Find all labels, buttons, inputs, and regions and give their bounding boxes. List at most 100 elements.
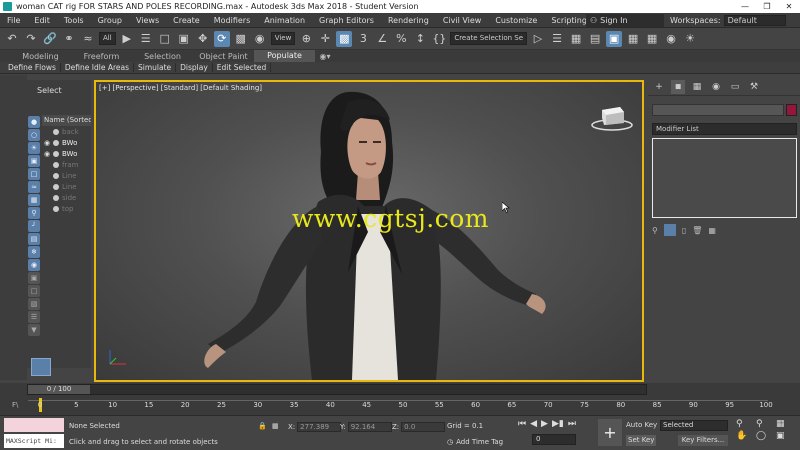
modifier-list-dropdown[interactable]: Modifier List bbox=[652, 123, 797, 135]
key-filters-button[interactable]: Key Filters... bbox=[678, 435, 728, 446]
filter-lights-icon[interactable]: ☀ bbox=[28, 142, 40, 154]
place-icon[interactable]: ◉ bbox=[252, 31, 268, 47]
define-idle-areas-button[interactable]: Define Idle Areas bbox=[61, 63, 134, 72]
menu-modifiers[interactable]: Modifiers bbox=[207, 16, 258, 25]
schematic-view-icon[interactable]: ▦ bbox=[644, 31, 660, 47]
minimize-icon[interactable]: — bbox=[734, 0, 756, 13]
absolute-mode-icon[interactable]: ▦ bbox=[272, 422, 279, 430]
select-by-name-icon[interactable]: ☰ bbox=[138, 31, 154, 47]
y-coordinate-field[interactable]: 92.164 bbox=[347, 422, 392, 432]
track-bar[interactable]: F\ 0 5 10 15 20 25 30 35 40 45 50 55 60 65 70 75 80 85 90 9… bbox=[0, 396, 800, 416]
list-item[interactable]: Line bbox=[42, 170, 91, 181]
filter-groups-icon[interactable]: ▦ bbox=[28, 194, 40, 206]
align-icon[interactable]: ☰ bbox=[549, 31, 565, 47]
select-manipulate-icon[interactable]: ✛ bbox=[317, 31, 333, 47]
keyboard-shortcut-icon[interactable]: ▩ bbox=[336, 30, 353, 47]
maxscript-listener-input[interactable]: MAXScript Mi: bbox=[4, 434, 64, 448]
viewport-layout-button[interactable] bbox=[31, 358, 51, 376]
list-item[interactable]: back bbox=[42, 126, 91, 137]
window-crossing-icon[interactable]: ▣ bbox=[176, 31, 192, 47]
make-unique-icon[interactable]: ▯ bbox=[682, 226, 686, 235]
pivot-icon[interactable]: ⊕ bbox=[298, 31, 314, 47]
filter-cameras-icon[interactable]: ▣ bbox=[28, 155, 40, 167]
invert-display-icon[interactable]: ▧ bbox=[28, 298, 40, 310]
rectangular-selection-icon[interactable]: □ bbox=[157, 31, 173, 47]
current-frame-field[interactable]: 0 bbox=[532, 434, 576, 445]
sign-in-button[interactable]: ⚇ Sign In bbox=[586, 14, 664, 27]
go-to-end-icon[interactable]: ⏭ bbox=[568, 419, 576, 429]
redo-icon[interactable]: ↷ bbox=[23, 31, 39, 47]
auto-key-button[interactable]: Auto Key bbox=[626, 421, 657, 432]
eye-icon[interactable]: ◉ bbox=[42, 150, 52, 158]
time-slider-thumb[interactable]: 0 / 100 bbox=[28, 385, 90, 394]
filter-spacewarps-icon[interactable]: ≈ bbox=[28, 181, 40, 193]
display-button[interactable]: Display bbox=[176, 63, 213, 72]
pin-stack-icon[interactable]: ⚲ bbox=[652, 226, 658, 235]
tab-freeform[interactable]: Freeform bbox=[71, 52, 132, 61]
list-item[interactable]: Line bbox=[42, 181, 91, 192]
viewport-label[interactable]: [+] [Perspective] [Standard] [Default Sh… bbox=[99, 84, 262, 92]
curve-editor-icon[interactable]: ▦ bbox=[625, 31, 641, 47]
scene-explorer-header[interactable]: Select bbox=[27, 80, 91, 100]
selection-filter-select[interactable]: All bbox=[99, 32, 116, 45]
perspective-viewport[interactable]: [+] [Perspective] [Standard] [Default Sh… bbox=[94, 80, 644, 382]
layer-explorer-icon[interactable]: ▦ bbox=[568, 31, 584, 47]
list-item[interactable]: top bbox=[42, 203, 91, 214]
menu-graph-editors[interactable]: Graph Editors bbox=[312, 16, 381, 25]
list-item[interactable]: side bbox=[42, 192, 91, 203]
eye-icon[interactable]: ◉ bbox=[42, 139, 52, 147]
workspaces-select[interactable]: Default bbox=[723, 15, 786, 26]
edit-selected-button[interactable]: Edit Selected bbox=[213, 63, 272, 72]
x-coordinate-field[interactable]: 277.389 bbox=[297, 422, 342, 432]
define-flows-button[interactable]: Define Flows bbox=[4, 63, 61, 72]
filter-xrefs-icon[interactable]: ⚲ bbox=[28, 207, 40, 219]
filter-geometry-icon[interactable]: ● bbox=[28, 116, 40, 128]
menu-create[interactable]: Create bbox=[166, 16, 207, 25]
zoom-all-icon[interactable]: ⚲ bbox=[756, 419, 772, 429]
maximize-viewport-icon[interactable]: ▣ bbox=[776, 431, 792, 441]
menu-file[interactable]: File bbox=[0, 16, 27, 25]
maximize-icon[interactable]: ❐ bbox=[756, 0, 778, 13]
display-all-icon[interactable]: ▣ bbox=[28, 272, 40, 284]
menu-edit[interactable]: Edit bbox=[27, 16, 57, 25]
maxscript-output[interactable] bbox=[4, 418, 64, 432]
set-keys-button[interactable]: + bbox=[598, 419, 622, 446]
menu-civil-view[interactable]: Civil View bbox=[436, 16, 489, 25]
tab-object-paint[interactable]: Object Paint bbox=[193, 52, 254, 61]
list-item[interactable]: ◉ BWo bbox=[42, 137, 91, 148]
modify-tab-icon[interactable]: ◾ bbox=[671, 79, 685, 94]
menu-group[interactable]: Group bbox=[91, 16, 129, 25]
remove-modifier-icon[interactable]: 🗑 bbox=[692, 226, 702, 235]
spinner-snap-icon[interactable]: ↕ bbox=[412, 31, 428, 47]
list-item[interactable]: fram bbox=[42, 159, 91, 170]
motion-tab-icon[interactable]: ◉ bbox=[709, 80, 723, 94]
show-end-result-icon[interactable] bbox=[663, 224, 676, 236]
percent-snap-icon[interactable]: % bbox=[393, 31, 409, 47]
undo-icon[interactable]: ↶ bbox=[4, 31, 20, 47]
ribbon-toggle-icon[interactable]: ▣ bbox=[606, 30, 623, 47]
select-object-icon[interactable]: ▶ bbox=[119, 31, 135, 47]
filter-containers-icon[interactable]: ▤ bbox=[28, 233, 40, 245]
viewcube-icon[interactable] bbox=[590, 104, 634, 132]
named-selection-set-select[interactable]: Create Selection Se bbox=[450, 32, 528, 45]
simulate-button[interactable]: Simulate bbox=[134, 63, 177, 72]
bind-space-warp-icon[interactable]: ≈ bbox=[80, 31, 96, 47]
snaps-toggle-icon[interactable]: 3 bbox=[355, 31, 371, 47]
set-key-button[interactable]: Set Key bbox=[626, 435, 657, 446]
render-setup-icon[interactable]: ☀ bbox=[682, 31, 698, 47]
z-coordinate-field[interactable]: 0.0 bbox=[401, 422, 446, 432]
filter-bones-icon[interactable]: ╯ bbox=[28, 220, 40, 232]
unlink-icon[interactable]: ⚭ bbox=[61, 31, 77, 47]
menu-customize[interactable]: Customize bbox=[488, 16, 544, 25]
edit-named-selections-icon[interactable]: {} bbox=[431, 31, 447, 47]
display-tab-icon[interactable]: ▭ bbox=[728, 80, 742, 94]
create-tab-icon[interactable]: + bbox=[652, 80, 666, 94]
scale-icon[interactable]: ▩ bbox=[233, 31, 249, 47]
pan-icon[interactable]: ✋ bbox=[736, 431, 752, 441]
angle-snap-icon[interactable]: ∠ bbox=[374, 31, 390, 47]
reference-coordinate-select[interactable]: View bbox=[270, 32, 296, 45]
layer-toggle-icon[interactable]: ☰ bbox=[28, 311, 40, 323]
lock-selection-icon[interactable]: 🔒 bbox=[258, 422, 267, 430]
go-to-start-icon[interactable]: ⏮ bbox=[518, 419, 526, 429]
move-icon[interactable]: ✥ bbox=[195, 31, 211, 47]
